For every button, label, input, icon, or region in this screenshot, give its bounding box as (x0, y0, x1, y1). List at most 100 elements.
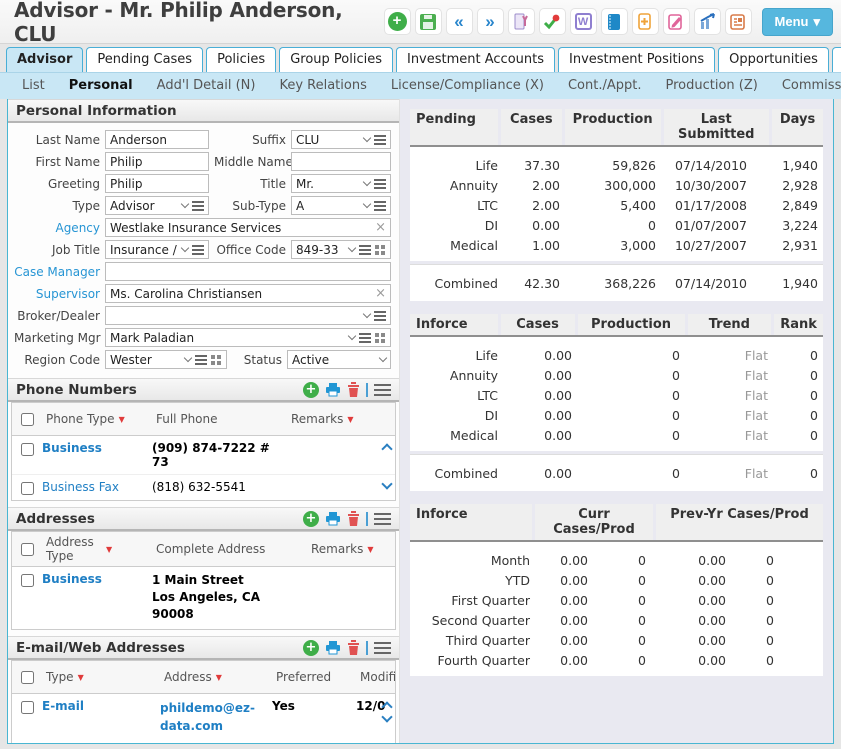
col-phone-type[interactable]: Phone Type▼ (42, 409, 152, 429)
case-manager-link[interactable]: Case Manager (14, 265, 100, 279)
phone-type-link[interactable]: Business Fax (42, 480, 152, 494)
tab-advisor[interactable]: Advisor (6, 47, 83, 72)
dropdown-caret-icon[interactable] (363, 310, 371, 318)
first-name-input[interactable]: Philip (105, 152, 209, 171)
section-menu-icon[interactable] (374, 513, 391, 525)
subtab-commission[interactable]: Commission (782, 78, 841, 93)
filter-icon[interactable]: ▼ (106, 545, 112, 554)
dropdown-caret-icon[interactable] (348, 244, 356, 252)
phone-type-link[interactable]: Business (42, 441, 152, 455)
subtab-key-relations[interactable]: Key Relations (279, 78, 366, 93)
col-type[interactable]: Type▼ (42, 667, 160, 687)
previous-record-button[interactable]: « (446, 8, 473, 35)
col-address[interactable]: Address▼ (160, 667, 272, 687)
select-all-checkbox[interactable] (21, 543, 34, 556)
marketing-mgr-select[interactable]: Mark Paladian (105, 328, 391, 347)
list-lookup-icon[interactable] (359, 333, 371, 343)
dropdown-caret-icon[interactable] (363, 178, 371, 186)
greeting-input[interactable]: Philip (105, 174, 209, 193)
filter-icon[interactable]: ▼ (78, 673, 84, 682)
suffix-select[interactable]: CLU (291, 130, 391, 149)
letter-button[interactable] (508, 8, 535, 35)
filter-icon[interactable]: ▼ (216, 673, 222, 682)
list-lookup-icon[interactable] (374, 311, 386, 321)
tab-investment-positions[interactable]: Investment Positions (558, 47, 715, 72)
subtab-license-compliance[interactable]: License/Compliance (X) (391, 78, 544, 93)
row-checkbox[interactable] (21, 482, 34, 495)
email-type-link[interactable]: E-mail (42, 699, 160, 713)
save-button[interactable] (415, 8, 442, 35)
row-checkbox[interactable] (21, 574, 34, 587)
tab-investment-accounts[interactable]: Investment Accounts (396, 47, 555, 72)
subtab-addl-detail[interactable]: Add'l Detail (N) (157, 78, 256, 93)
address-row[interactable]: Business 1 Main StreetLos Angeles, CA 90… (12, 567, 395, 629)
tab-opportunities[interactable]: Opportunities (718, 47, 829, 72)
middle-name-input[interactable] (291, 152, 391, 171)
col-preferred[interactable]: Preferred (272, 667, 356, 687)
email-address-link[interactable]: phildemo@ez-data.com (160, 699, 272, 735)
sub-type-select[interactable]: A (291, 196, 391, 215)
list-lookup-icon[interactable] (195, 355, 207, 365)
supervisor-input[interactable]: Ms. Carolina Christiansen× (105, 284, 391, 303)
menu-button[interactable]: Menu ▾ (762, 8, 833, 36)
add-record-button[interactable]: + (384, 8, 411, 35)
col-complete-address[interactable]: Complete Address (152, 539, 307, 559)
select-all-checkbox[interactable] (21, 671, 34, 684)
address-type-link[interactable]: Business (42, 572, 152, 586)
list-lookup-icon[interactable] (359, 245, 371, 255)
row-checkbox[interactable] (21, 701, 34, 714)
grid-lookup-icon[interactable] (375, 245, 379, 249)
title-select[interactable]: Mr. (291, 174, 391, 193)
clear-icon[interactable]: × (375, 220, 386, 235)
grid-lookup-icon[interactable] (211, 355, 215, 359)
case-manager-input[interactable] (105, 262, 391, 281)
filter-icon[interactable]: ▼ (119, 415, 125, 424)
confirm-pin-button[interactable] (539, 8, 566, 35)
tab-policies[interactable]: Policies (206, 47, 276, 72)
section-menu-icon[interactable] (374, 642, 391, 654)
type-select[interactable]: Advisor (105, 196, 209, 215)
add-address-icon[interactable]: + (303, 511, 319, 527)
phone-row[interactable]: Business Fax (818) 632-5541 (12, 475, 395, 500)
horizontal-scrollbar[interactable] (12, 740, 395, 743)
list-lookup-icon[interactable] (374, 135, 386, 145)
dropdown-caret-icon[interactable] (363, 200, 371, 208)
last-name-input[interactable]: Anderson (105, 130, 209, 149)
filter-icon[interactable]: ▼ (367, 545, 373, 554)
list-lookup-icon[interactable] (192, 201, 204, 211)
filter-icon[interactable]: ▼ (347, 415, 353, 424)
delete-icon[interactable] (347, 382, 360, 397)
subtab-cont-appt[interactable]: Cont./Appt. (568, 78, 642, 93)
list-lookup-icon[interactable] (374, 201, 386, 211)
dropdown-caret-icon[interactable] (379, 354, 387, 362)
add-document-button[interactable] (632, 8, 659, 35)
word-export-button[interactable]: W (570, 8, 597, 35)
next-record-button[interactable]: » (477, 8, 504, 35)
broker-dealer-select[interactable] (105, 306, 391, 325)
status-select[interactable]: Active (287, 350, 391, 369)
col-address-type[interactable]: Address Type▼ (42, 532, 152, 566)
dropdown-caret-icon[interactable] (363, 134, 371, 142)
region-code-select[interactable]: Wester (105, 350, 227, 369)
section-menu-icon[interactable] (374, 384, 391, 396)
print-icon[interactable] (325, 512, 341, 526)
subtab-list[interactable]: List (22, 78, 45, 93)
email-row[interactable]: E-mail phildemo@ez-data.com Yes 12/0 (12, 694, 395, 740)
row-checkbox[interactable] (21, 443, 34, 456)
delete-icon[interactable] (347, 511, 360, 526)
col-remarks[interactable]: Remarks▼ (287, 409, 395, 429)
chevron-down-icon[interactable] (381, 478, 392, 489)
agency-input[interactable]: Westlake Insurance Services× (105, 218, 391, 237)
contact-card-button[interactable] (725, 8, 752, 35)
dropdown-caret-icon[interactable] (181, 200, 189, 208)
office-code-select[interactable]: 849-33 (291, 240, 391, 259)
grid-lookup-icon[interactable] (375, 333, 379, 337)
clear-icon[interactable]: × (375, 286, 386, 301)
col-modified[interactable]: Modified (356, 667, 395, 687)
chart-button[interactable] (694, 8, 721, 35)
list-lookup-icon[interactable] (192, 245, 204, 255)
select-all-checkbox[interactable] (21, 413, 34, 426)
supervisor-link[interactable]: Supervisor (14, 287, 100, 301)
add-email-icon[interactable]: + (303, 640, 319, 656)
list-lookup-icon[interactable] (374, 179, 386, 189)
